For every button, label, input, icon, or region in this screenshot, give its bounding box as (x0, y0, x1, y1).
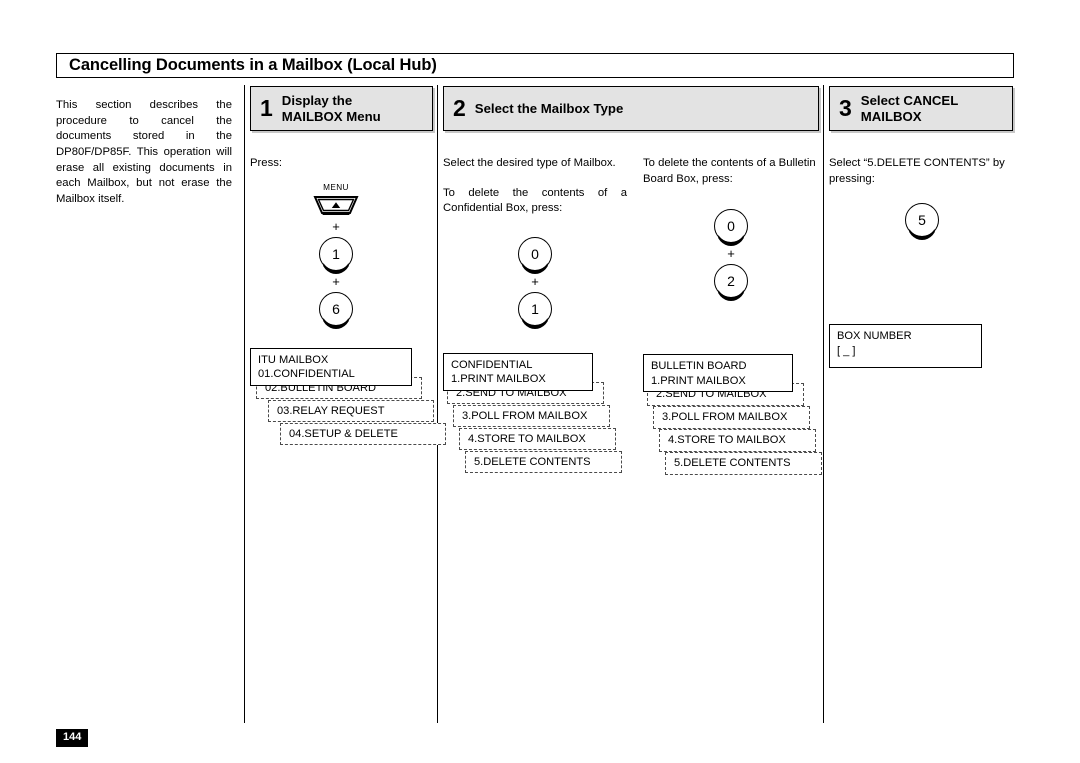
menu-row-04[interactable]: 04.SETUP & DELETE (280, 423, 446, 446)
lcd-display-bulletin-board: BULLETIN BOARD 1.PRINT MAILBOX (643, 354, 793, 393)
menu-button-icon (313, 196, 359, 216)
step-4-paragraph-1: Select “5.DELETE CONTENTS” by pressing: (829, 157, 1005, 185)
step-2-confidential-column: Select the desired type of Mailbox. To d… (443, 145, 627, 498)
step-label-1: Display the MAILBOX Menu (281, 93, 381, 124)
lcd-display-confidential: CONFIDENTIAL 1.PRINT MAILBOX (443, 353, 593, 391)
numeric-key-2-bulletin[interactable]: 2 (714, 264, 748, 301)
menu-row-conf-4[interactable]: 4.STORE TO MAILBOX (459, 428, 616, 451)
step-3-key-sequence: 5 (829, 203, 1015, 240)
menu-row-bull-4[interactable]: 4.STORE TO MAILBOX (659, 429, 816, 452)
step-header-3: 3 Select CANCEL MAILBOX (829, 86, 1013, 131)
step-3-column: Select “5.DELETE CONTENTS” by pressing: … (829, 145, 1015, 384)
step-label-3: Select CANCEL MAILBOX (860, 93, 959, 124)
step-1-column: Press: MENU + 1 + 6 02.BULLETIN BOARD 03… (250, 145, 446, 468)
numeric-key-1-confidential[interactable]: 1 (518, 292, 552, 329)
step-1-key-sequence: MENU + 1 + 6 (242, 183, 430, 329)
plus-sign-2a: + (531, 274, 539, 290)
manual-page: Cancelling Documents in a Mailbox (Local… (0, 0, 1080, 763)
step-number-3: 3 (839, 95, 852, 121)
step-header-1: 1 Display the MAILBOX Menu (250, 86, 433, 131)
menu-row-bull-5[interactable]: 5.DELETE CONTENTS (665, 452, 822, 475)
column-divider-3 (823, 85, 824, 723)
plus-sign-3a: + (727, 246, 735, 262)
column-divider-2 (437, 85, 438, 723)
menu-row-03[interactable]: 03.RELAY REQUEST (268, 400, 434, 423)
plus-sign-1a: + (332, 219, 340, 235)
page-number-badge: 144 (56, 729, 89, 747)
step-label-2: Select the Mailbox Type (474, 100, 624, 116)
step-number-2: 2 (453, 95, 466, 121)
step-2-key-sequence: 0 + 1 (443, 237, 627, 329)
lcd-display-itu-mailbox: ITU MAILBOX 01.CONFIDENTIAL (250, 348, 412, 386)
menu-row-bull-3[interactable]: 3.POLL FROM MAILBOX (653, 406, 810, 429)
numeric-key-6[interactable]: 6 (319, 292, 353, 329)
step-2b-key-sequence: 0 + 2 (643, 209, 819, 301)
step-2-menu-stack: 2.SEND TO MAILBOX 3.POLL FROM MAILBOX 4.… (443, 353, 627, 498)
step-2-paragraph-2: To delete the contents of a Confidential… (443, 186, 627, 215)
step-header-2: 2 Select the Mailbox Type (443, 86, 819, 131)
menu-row-conf-3[interactable]: 3.POLL FROM MAILBOX (453, 405, 610, 428)
step-1-menu-stack: 02.BULLETIN BOARD 03.RELAY REQUEST 04.SE… (250, 348, 446, 468)
step-2-bulletin-column: To delete the contents of a Bulletin Boa… (643, 145, 822, 499)
step-3-paragraph-1: To delete the contents of a Bulletin Boa… (643, 157, 816, 185)
numeric-key-0-bulletin[interactable]: 0 (714, 209, 748, 246)
plus-sign-1b: + (332, 274, 340, 290)
step-3-lcd-stack: BOX NUMBER [ _ ] (829, 324, 1015, 384)
numeric-key-5[interactable]: 5 (905, 203, 939, 240)
intro-paragraph: This section describes the procedure to … (56, 99, 232, 205)
step-2-paragraph-1: Select the desired type of Mailbox. (443, 157, 616, 170)
content-area: This section describes the procedure to … (56, 85, 1014, 725)
press-label: Press: (250, 157, 283, 170)
column-divider-1 (244, 85, 245, 723)
lcd-display-box-number: BOX NUMBER [ _ ] (829, 324, 982, 369)
numeric-key-0-confidential[interactable]: 0 (518, 237, 552, 274)
menu-key[interactable]: MENU (313, 183, 359, 216)
menu-key-caption: MENU (323, 183, 349, 193)
step-2b-menu-stack: 2.SEND TO MAILBOX 3.POLL FROM MAILBOX 4.… (643, 354, 822, 499)
page-title-bar: Cancelling Documents in a Mailbox (Local… (56, 53, 1014, 78)
menu-row-conf-5[interactable]: 5.DELETE CONTENTS (465, 451, 622, 474)
numeric-key-1[interactable]: 1 (319, 237, 353, 274)
page-title: Cancelling Documents in a Mailbox (Local… (69, 56, 437, 75)
step-number-1: 1 (260, 95, 273, 121)
